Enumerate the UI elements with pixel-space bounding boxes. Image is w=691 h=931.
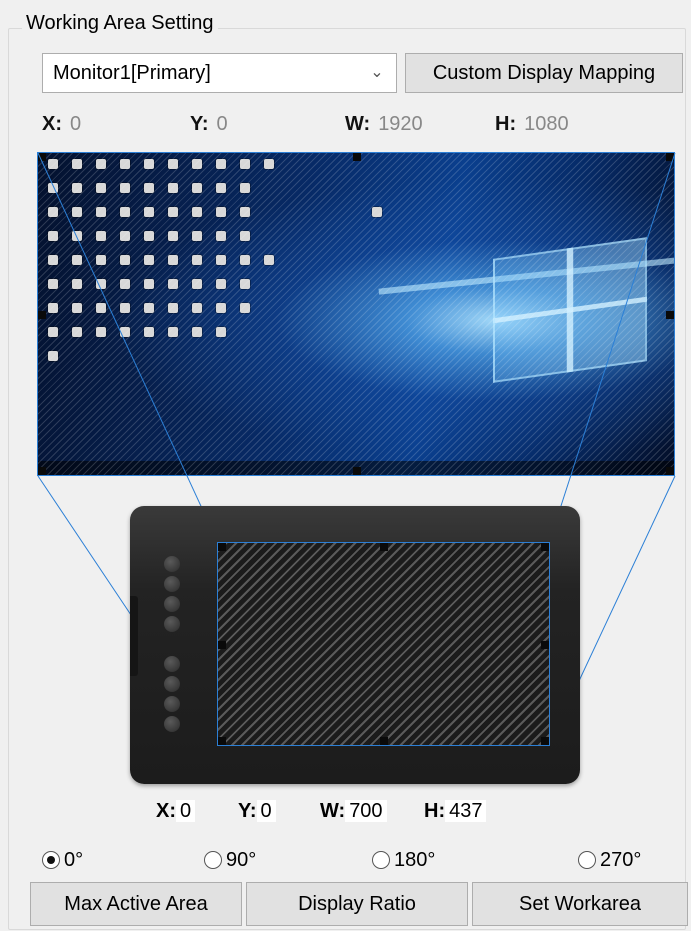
resize-handle-tc[interactable] <box>353 153 361 161</box>
radio-selected-icon <box>42 851 60 869</box>
resize-handle-tl[interactable] <box>38 153 46 161</box>
monitor-select-value: Monitor1[Primary] <box>53 62 211 84</box>
express-key-8 <box>164 716 180 732</box>
rotation-270-radio[interactable]: 270° <box>578 846 641 874</box>
express-key-2 <box>164 576 180 592</box>
resize-handle-tr[interactable] <box>666 153 674 161</box>
radio-unselected-icon <box>372 851 390 869</box>
area-handle-mr[interactable] <box>541 641 549 649</box>
resize-handle-bl[interactable] <box>38 467 46 475</box>
max-active-area-button[interactable]: Max Active Area <box>30 882 242 926</box>
area-handle-br[interactable] <box>541 737 549 745</box>
mapped-area-hatch <box>38 153 674 475</box>
tablet-w-readout: W: 700 <box>320 796 387 826</box>
screen-x-readout: X: 0 <box>42 113 82 135</box>
tablet-y-readout: Y: 0 <box>238 796 276 826</box>
area-handle-tc[interactable] <box>380 543 388 551</box>
monitor-select[interactable]: Monitor1[Primary] ⌄ <box>42 53 397 93</box>
tablet-active-area[interactable] <box>217 542 550 746</box>
resize-handle-mr[interactable] <box>666 311 674 319</box>
screen-y-readout: Y: 0 <box>190 113 228 135</box>
area-handle-tr[interactable] <box>541 543 549 551</box>
express-key-7 <box>164 696 180 712</box>
screen-w-readout: W: 1920 <box>345 113 423 135</box>
rotation-180-radio[interactable]: 180° <box>372 846 435 874</box>
express-key-3 <box>164 596 180 612</box>
express-key-4 <box>164 616 180 632</box>
express-key-1 <box>164 556 180 572</box>
resize-handle-ml[interactable] <box>38 311 46 319</box>
radio-unselected-icon <box>578 851 596 869</box>
chevron-down-icon: ⌄ <box>370 64 384 81</box>
tablet-x-readout: X: 0 <box>156 796 196 826</box>
tablet-h-readout: H: 437 <box>424 796 487 826</box>
rotation-0-radio[interactable]: 0° <box>42 846 83 874</box>
group-title: Working Area Setting <box>22 10 218 36</box>
monitor-preview[interactable] <box>37 152 675 476</box>
express-key-6 <box>164 676 180 692</box>
tablet-side-edge <box>130 596 138 676</box>
rotation-90-radio[interactable]: 90° <box>204 846 256 874</box>
custom-display-mapping-button[interactable]: Custom Display Mapping <box>405 53 683 93</box>
resize-handle-bc[interactable] <box>353 467 361 475</box>
resize-handle-br[interactable] <box>666 467 674 475</box>
radio-unselected-icon <box>204 851 222 869</box>
area-handle-bl[interactable] <box>218 737 226 745</box>
set-workarea-button[interactable]: Set Workarea <box>472 882 688 926</box>
area-handle-ml[interactable] <box>218 641 226 649</box>
express-key-5 <box>164 656 180 672</box>
area-handle-bc[interactable] <box>380 737 388 745</box>
area-handle-tl[interactable] <box>218 543 226 551</box>
display-ratio-button[interactable]: Display Ratio <box>246 882 468 926</box>
screen-h-readout: H: 1080 <box>495 113 569 135</box>
